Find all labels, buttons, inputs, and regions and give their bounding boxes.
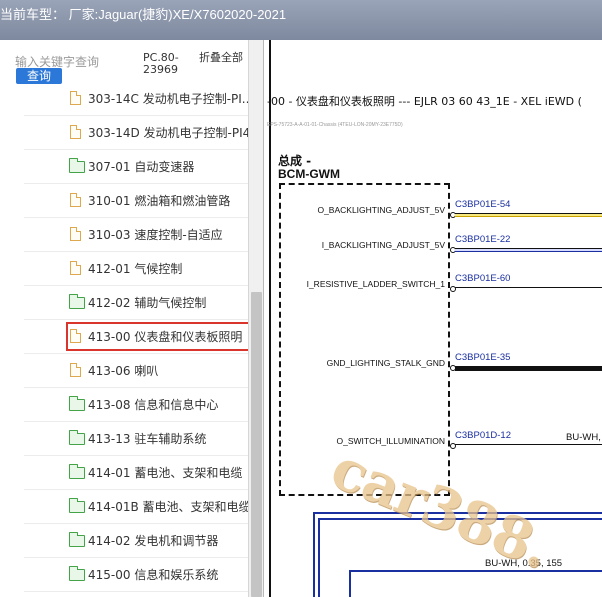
folder-icon <box>69 532 85 547</box>
title-bar: 当前车型： 厂家:Jaguar(捷豹)XE/X7602020-2021 <box>0 0 602 40</box>
lower-harness-box <box>349 570 602 597</box>
wire <box>455 444 602 445</box>
folder-icon <box>69 464 85 479</box>
tree-item[interactable]: 412-01 气候控制 <box>24 252 250 286</box>
tree-item-label: 414-01 蓄电池、支架和电缆 <box>88 466 243 480</box>
doc-icon <box>70 363 81 377</box>
tree-item[interactable]: 412-02 辅助气候控制 <box>24 286 250 320</box>
tree-item[interactable]: 413-13 驻车辅助系统 <box>24 422 250 456</box>
wiring-diagram[interactable]: -00 - 仪表盘和仪表板照明 --- EJLR 03 60 43_1E - X… <box>265 40 602 597</box>
tree-item[interactable]: 413-08 信息和信息中心 <box>24 388 250 422</box>
doc-icon <box>70 193 81 207</box>
connector-label: C3BP01D-12 <box>455 430 511 441</box>
tree-item[interactable]: 415-00 信息和娱乐系统 <box>24 558 250 592</box>
wire-color-label: BU-WH, <box>566 432 601 443</box>
tree-item-label: 310-03 速度控制-自适应 <box>88 228 223 242</box>
tree-item[interactable]: 307-01 自动变速器 <box>24 150 250 184</box>
folder-icon <box>69 294 85 309</box>
selection-highlight <box>66 322 252 351</box>
tree-item-label: 413-13 驻车辅助系统 <box>88 432 207 446</box>
diagram-title: -00 - 仪表盘和仪表板照明 --- EJLR 03 60 43_1E - X… <box>267 95 582 108</box>
wire <box>455 213 602 217</box>
doc-icon <box>70 91 81 105</box>
folder-icon <box>69 158 85 173</box>
module-label: BCM-GWM <box>278 167 340 181</box>
wire <box>455 366 602 371</box>
tree-item[interactable]: 413-00 仪表盘和仪表板照明 <box>24 320 252 354</box>
tree-item[interactable]: 310-01 燃油箱和燃油管路 <box>24 184 250 218</box>
tree-item-label: 307-01 自动变速器 <box>88 160 195 174</box>
folder-icon <box>69 566 85 581</box>
tree-item[interactable]: 414-02 发电机和调节器 <box>24 524 250 558</box>
doc-icon <box>70 261 81 275</box>
tree-item-label: 414-02 发电机和调节器 <box>88 534 219 548</box>
diagram-subtitle: EPS-75723-A-A-01-01-Chassis (4TEU-LON-20… <box>267 122 403 128</box>
folder-icon <box>69 430 85 445</box>
wire <box>455 248 602 252</box>
doc-icon <box>70 125 81 139</box>
tree-item-label: 303-14D 发动机电子控制-PI4 <box>88 126 251 140</box>
tree-item-label: 413-08 信息和信息中心 <box>88 398 219 412</box>
connector-label: C3BP01E-54 <box>455 199 511 210</box>
connector-label: C3BP01E-35 <box>455 352 511 363</box>
tree-item-label: 413-06 喇叭 <box>88 364 159 378</box>
connector-label: C3BP01E-60 <box>455 273 511 284</box>
tree-scrollbar[interactable] <box>248 40 263 597</box>
folder-icon <box>69 498 85 513</box>
left-panel: 查询 PC.80-23969 折叠全部 303-14C 发动机电子控制-PI..… <box>0 40 264 597</box>
pc-label: PC.80-23969 <box>143 51 179 76</box>
connector-label: C3BP01E-22 <box>455 234 511 245</box>
tree-item-label: 303-14C 发动机电子控制-PI... <box>88 92 254 106</box>
tree-item-label: 414-01B 蓄电池、支架和电缆 <box>88 500 251 514</box>
pin-name: GND_LIGHTING_STALK_GND <box>326 358 445 368</box>
folder-icon <box>69 396 85 411</box>
tree-item-label: 412-02 辅助气候控制 <box>88 296 207 310</box>
tree-item-label: 412-01 气候控制 <box>88 262 183 276</box>
doc-icon <box>70 227 81 241</box>
window-title: 当前车型： 厂家:Jaguar(捷豹)XE/X7602020-2021 <box>0 7 287 22</box>
wire <box>455 287 602 288</box>
tree-item[interactable]: 303-14D 发动机电子控制-PI4 <box>24 116 250 150</box>
tree-item-label: 310-01 燃油箱和燃油管路 <box>88 194 231 208</box>
pin-name: I_RESISTIVE_LADDER_SWITCH_1 <box>306 279 445 289</box>
tree-item[interactable]: 414-01B 蓄电池、支架和电缆 <box>24 490 251 524</box>
scrollbar-thumb[interactable] <box>251 292 262 597</box>
tree-item[interactable]: 414-01 蓄电池、支架和电缆 <box>24 456 250 490</box>
tree-item[interactable]: 303-14C 发动机电子控制-PI... <box>24 82 254 116</box>
pin-name: I_BACKLIGHTING_ADJUST_5V <box>321 240 445 250</box>
tree-item[interactable]: 310-03 速度控制-自适应 <box>24 218 250 252</box>
tree-item-label: 415-00 信息和娱乐系统 <box>88 568 219 582</box>
collapse-all-button[interactable]: 折叠全部 <box>199 52 243 64</box>
tree-item[interactable]: 413-06 喇叭 <box>24 354 250 388</box>
pin-name: O_BACKLIGHTING_ADJUST_5V <box>317 205 445 215</box>
